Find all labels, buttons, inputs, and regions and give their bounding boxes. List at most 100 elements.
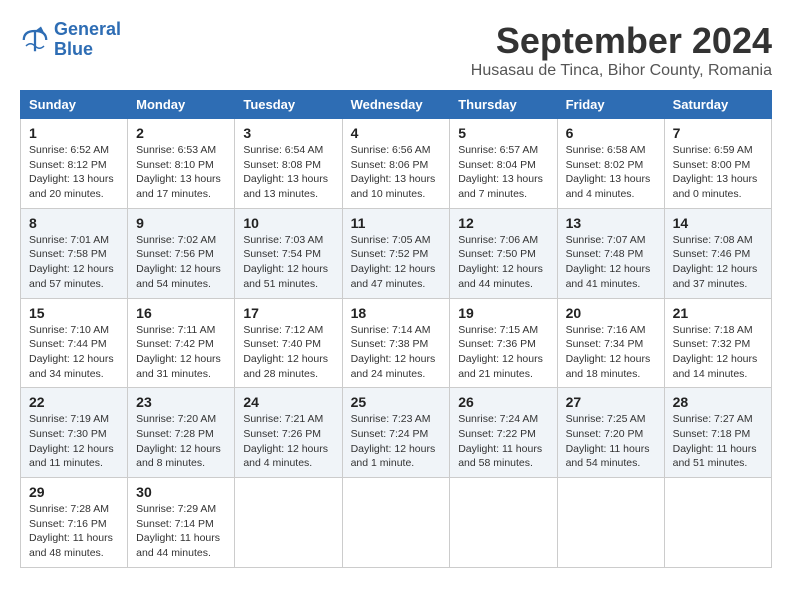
day-header-sunday: Sunday bbox=[21, 91, 128, 119]
day-info: Sunrise: 7:24 AMSunset: 7:22 PMDaylight:… bbox=[458, 412, 548, 471]
calendar-body: 1Sunrise: 6:52 AMSunset: 8:12 PMDaylight… bbox=[21, 119, 772, 568]
logo: General Blue bbox=[20, 20, 121, 60]
day-info: Sunrise: 7:20 AMSunset: 7:28 PMDaylight:… bbox=[136, 412, 226, 471]
day-header-saturday: Saturday bbox=[664, 91, 771, 119]
calendar-cell: 27 Sunrise: 7:25 AMSunset: 7:20 PMDayligh… bbox=[557, 388, 664, 478]
calendar-cell: 18Sunrise: 7:14 AMSunset: 7:38 PMDayligh… bbox=[342, 298, 450, 388]
day-number: 9 bbox=[136, 215, 226, 231]
calendar-cell: 29 Sunrise: 7:28 AMSunset: 7:16 PMDayligh… bbox=[21, 478, 128, 568]
day-header-thursday: Thursday bbox=[450, 91, 557, 119]
calendar-cell: 21 Sunrise: 7:18 AMSunset: 7:32 PMDayligh… bbox=[664, 298, 771, 388]
calendar-table: SundayMondayTuesdayWednesdayThursdayFrid… bbox=[20, 90, 772, 568]
day-number: 23 bbox=[136, 394, 226, 410]
calendar-cell: 16 Sunrise: 7:11 AMSunset: 7:42 PMDayligh… bbox=[128, 298, 235, 388]
calendar-cell: 3Sunrise: 6:54 AMSunset: 8:08 PMDaylight… bbox=[235, 119, 342, 209]
calendar-cell: 30 Sunrise: 7:29 AMSunset: 7:14 PMDayligh… bbox=[128, 478, 235, 568]
day-number: 12 bbox=[458, 215, 548, 231]
day-info: Sunrise: 7:18 AMSunset: 7:32 PMDaylight:… bbox=[673, 323, 763, 382]
day-number: 21 bbox=[673, 305, 763, 321]
logo-text: General Blue bbox=[54, 20, 121, 60]
calendar-cell bbox=[235, 478, 342, 568]
logo-icon bbox=[20, 25, 50, 55]
calendar-week-row: 1Sunrise: 6:52 AMSunset: 8:12 PMDaylight… bbox=[21, 119, 772, 209]
day-info: Sunrise: 6:52 AMSunset: 8:12 PMDaylight:… bbox=[29, 143, 119, 202]
day-info: Sunrise: 7:25 AMSunset: 7:20 PMDaylight:… bbox=[566, 412, 656, 471]
day-number: 6 bbox=[566, 125, 656, 141]
day-info: Sunrise: 7:08 AMSunset: 7:46 PMDaylight:… bbox=[673, 233, 763, 292]
day-number: 25 bbox=[351, 394, 442, 410]
calendar-header-row: SundayMondayTuesdayWednesdayThursdayFrid… bbox=[21, 91, 772, 119]
calendar-week-row: 15 Sunrise: 7:10 AMSunset: 7:44 PMDayligh… bbox=[21, 298, 772, 388]
page-header: General Blue September 2024 Husasau de T… bbox=[20, 20, 772, 80]
calendar-cell: 20Sunrise: 7:16 AMSunset: 7:34 PMDayligh… bbox=[557, 298, 664, 388]
day-number: 5 bbox=[458, 125, 548, 141]
day-info: Sunrise: 7:21 AMSunset: 7:26 PMDaylight:… bbox=[243, 412, 333, 471]
calendar-cell: 14Sunrise: 7:08 AMSunset: 7:46 PMDayligh… bbox=[664, 208, 771, 298]
day-info: Sunrise: 6:56 AMSunset: 8:06 PMDaylight:… bbox=[351, 143, 442, 202]
day-header-wednesday: Wednesday bbox=[342, 91, 450, 119]
day-number: 28 bbox=[673, 394, 763, 410]
calendar-cell: 12 Sunrise: 7:06 AMSunset: 7:50 PMDayligh… bbox=[450, 208, 557, 298]
day-info: Sunrise: 7:27 AMSunset: 7:18 PMDaylight:… bbox=[673, 412, 763, 471]
day-info: Sunrise: 7:02 AMSunset: 7:56 PMDaylight:… bbox=[136, 233, 226, 292]
day-number: 26 bbox=[458, 394, 548, 410]
day-info: Sunrise: 7:15 AMSunset: 7:36 PMDaylight:… bbox=[458, 323, 548, 382]
day-info: Sunrise: 7:19 AMSunset: 7:30 PMDaylight:… bbox=[29, 412, 119, 471]
day-number: 24 bbox=[243, 394, 333, 410]
day-header-monday: Monday bbox=[128, 91, 235, 119]
calendar-cell: 10 Sunrise: 7:03 AMSunset: 7:54 PMDayligh… bbox=[235, 208, 342, 298]
day-info: Sunrise: 7:01 AMSunset: 7:58 PMDaylight:… bbox=[29, 233, 119, 292]
calendar-week-row: 22 Sunrise: 7:19 AMSunset: 7:30 PMDayligh… bbox=[21, 388, 772, 478]
calendar-cell: 22 Sunrise: 7:19 AMSunset: 7:30 PMDayligh… bbox=[21, 388, 128, 478]
day-info: Sunrise: 6:53 AMSunset: 8:10 PMDaylight:… bbox=[136, 143, 226, 202]
location-subtitle: Husasau de Tinca, Bihor County, Romania bbox=[471, 62, 772, 80]
day-header-tuesday: Tuesday bbox=[235, 91, 342, 119]
day-info: Sunrise: 7:12 AMSunset: 7:40 PMDaylight:… bbox=[243, 323, 333, 382]
day-number: 17 bbox=[243, 305, 333, 321]
calendar-cell: 1Sunrise: 6:52 AMSunset: 8:12 PMDaylight… bbox=[21, 119, 128, 209]
calendar-cell: 25Sunrise: 7:23 AMSunset: 7:24 PMDayligh… bbox=[342, 388, 450, 478]
day-number: 15 bbox=[29, 305, 119, 321]
day-number: 19 bbox=[458, 305, 548, 321]
day-number: 8 bbox=[29, 215, 119, 231]
calendar-cell: 8 Sunrise: 7:01 AMSunset: 7:58 PMDaylight… bbox=[21, 208, 128, 298]
calendar-cell bbox=[664, 478, 771, 568]
calendar-cell: 24 Sunrise: 7:21 AMSunset: 7:26 PMDayligh… bbox=[235, 388, 342, 478]
day-number: 11 bbox=[351, 215, 442, 231]
day-info: Sunrise: 7:28 AMSunset: 7:16 PMDaylight:… bbox=[29, 502, 119, 561]
calendar-cell bbox=[342, 478, 450, 568]
day-number: 2 bbox=[136, 125, 226, 141]
day-number: 20 bbox=[566, 305, 656, 321]
day-info: Sunrise: 6:59 AMSunset: 8:00 PMDaylight:… bbox=[673, 143, 763, 202]
day-number: 16 bbox=[136, 305, 226, 321]
day-number: 27 bbox=[566, 394, 656, 410]
calendar-cell: 17 Sunrise: 7:12 AMSunset: 7:40 PMDayligh… bbox=[235, 298, 342, 388]
day-number: 10 bbox=[243, 215, 333, 231]
calendar-cell: 13Sunrise: 7:07 AMSunset: 7:48 PMDayligh… bbox=[557, 208, 664, 298]
day-info: Sunrise: 7:29 AMSunset: 7:14 PMDaylight:… bbox=[136, 502, 226, 561]
day-info: Sunrise: 7:05 AMSunset: 7:52 PMDaylight:… bbox=[351, 233, 442, 292]
calendar-cell bbox=[450, 478, 557, 568]
calendar-week-row: 29 Sunrise: 7:28 AMSunset: 7:16 PMDayligh… bbox=[21, 478, 772, 568]
calendar-cell: 23 Sunrise: 7:20 AMSunset: 7:28 PMDayligh… bbox=[128, 388, 235, 478]
day-number: 13 bbox=[566, 215, 656, 231]
day-info: Sunrise: 7:10 AMSunset: 7:44 PMDaylight:… bbox=[29, 323, 119, 382]
calendar-cell: 28 Sunrise: 7:27 AMSunset: 7:18 PMDayligh… bbox=[664, 388, 771, 478]
day-header-friday: Friday bbox=[557, 91, 664, 119]
calendar-cell: 6Sunrise: 6:58 AMSunset: 8:02 PMDaylight… bbox=[557, 119, 664, 209]
calendar-cell: 15 Sunrise: 7:10 AMSunset: 7:44 PMDayligh… bbox=[21, 298, 128, 388]
calendar-cell: 2 Sunrise: 6:53 AMSunset: 8:10 PMDaylight… bbox=[128, 119, 235, 209]
day-number: 4 bbox=[351, 125, 442, 141]
day-number: 29 bbox=[29, 484, 119, 500]
calendar-cell: 5Sunrise: 6:57 AMSunset: 8:04 PMDaylight… bbox=[450, 119, 557, 209]
day-number: 30 bbox=[136, 484, 226, 500]
day-number: 7 bbox=[673, 125, 763, 141]
day-info: Sunrise: 7:11 AMSunset: 7:42 PMDaylight:… bbox=[136, 323, 226, 382]
calendar-cell: 7 Sunrise: 6:59 AMSunset: 8:00 PMDaylight… bbox=[664, 119, 771, 209]
day-info: Sunrise: 7:06 AMSunset: 7:50 PMDaylight:… bbox=[458, 233, 548, 292]
day-number: 3 bbox=[243, 125, 333, 141]
calendar-cell: 26 Sunrise: 7:24 AMSunset: 7:22 PMDayligh… bbox=[450, 388, 557, 478]
month-title: September 2024 bbox=[471, 20, 772, 62]
day-info: Sunrise: 7:03 AMSunset: 7:54 PMDaylight:… bbox=[243, 233, 333, 292]
day-number: 22 bbox=[29, 394, 119, 410]
